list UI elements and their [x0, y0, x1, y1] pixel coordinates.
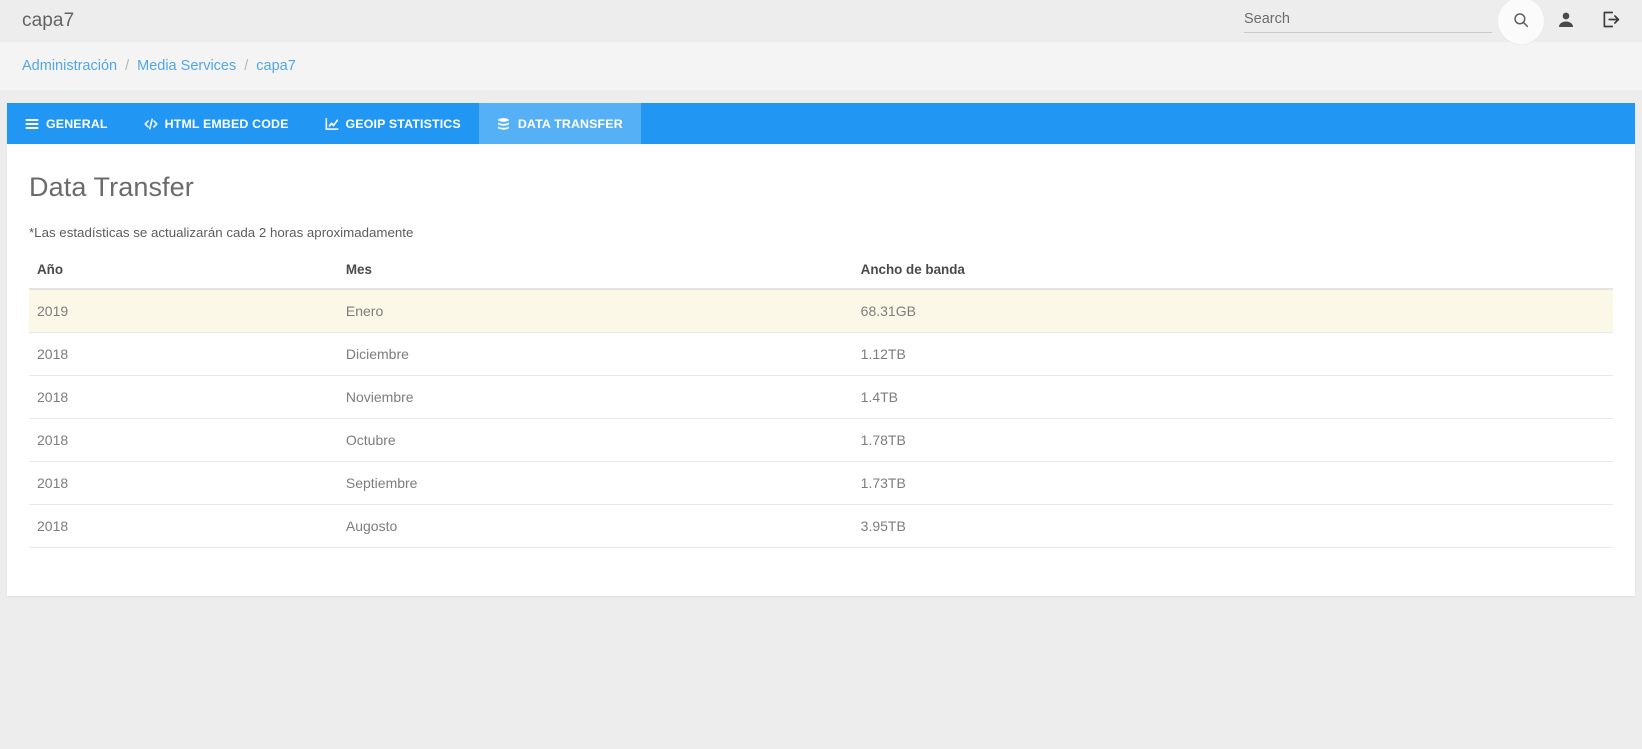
cell-ano: 2018 — [29, 462, 338, 505]
database-icon — [497, 117, 511, 131]
logout-button[interactable] — [1588, 0, 1632, 42]
cell-ano: 2018 — [29, 505, 338, 548]
cell-mes: Diciembre — [338, 333, 853, 376]
tab-bar: GENERAL HTML EMBED CODE GEOIP STATIS — [7, 103, 1635, 144]
cell-ancho-de-banda: 1.78TB — [853, 419, 1613, 462]
search-icon — [1512, 11, 1530, 32]
column-header-ano: Año — [29, 256, 338, 289]
tab-general[interactable]: GENERAL — [7, 103, 126, 144]
tab-data-transfer[interactable]: DATA TRANSFER — [479, 103, 641, 144]
header-actions — [1244, 0, 1642, 42]
cell-ancho-de-banda: 1.12TB — [853, 333, 1613, 376]
tab-html-embed-code[interactable]: HTML EMBED CODE — [126, 103, 307, 144]
statistics-note: *Las estadísticas se actualizarán cada 2… — [29, 225, 1613, 240]
cell-mes: Noviembre — [338, 376, 853, 419]
search-input[interactable] — [1244, 9, 1492, 33]
cell-mes: Enero — [338, 289, 853, 333]
table-row: 2018Octubre1.78TB — [29, 419, 1613, 462]
cell-ancho-de-banda: 1.73TB — [853, 462, 1613, 505]
breadcrumb: Administración / Media Services / capa7 — [0, 42, 1642, 90]
breadcrumb-separator: / — [244, 58, 248, 74]
tab-data-transfer-label: DATA TRANSFER — [518, 117, 623, 131]
app-title: capa7 — [22, 10, 74, 32]
cell-mes: Augosto — [338, 505, 853, 548]
code-icon — [144, 117, 158, 131]
chart-line-icon — [325, 117, 339, 131]
user-account-button[interactable] — [1544, 0, 1588, 42]
cell-mes: Septiembre — [338, 462, 853, 505]
column-header-ancho-de-banda: Ancho de banda — [853, 256, 1613, 289]
layout-spacer — [0, 90, 1642, 103]
cell-ancho-de-banda: 3.95TB — [853, 505, 1613, 548]
tab-geoip-statistics[interactable]: GEOIP STATISTICS — [307, 103, 479, 144]
breadcrumb-separator: / — [125, 58, 129, 74]
cell-ano: 2019 — [29, 289, 338, 333]
tab-geoip-statistics-label: GEOIP STATISTICS — [346, 117, 461, 131]
cell-ano: 2018 — [29, 419, 338, 462]
breadcrumb-item-administracion[interactable]: Administración — [22, 58, 117, 74]
cell-mes: Octubre — [338, 419, 853, 462]
table-row: 2018Augosto3.95TB — [29, 505, 1613, 548]
cell-ancho-de-banda: 68.31GB — [853, 289, 1613, 333]
page-title: Data Transfer — [29, 172, 1613, 203]
logout-icon — [1600, 9, 1621, 33]
table-row: 2018Noviembre1.4TB — [29, 376, 1613, 419]
table-row: 2018Diciembre1.12TB — [29, 333, 1613, 376]
tab-html-embed-code-label: HTML EMBED CODE — [165, 117, 289, 131]
card-body: Data Transfer *Las estadísticas se actua… — [7, 144, 1635, 596]
column-header-mes: Mes — [338, 256, 853, 289]
tab-general-label: GENERAL — [46, 117, 108, 131]
breadcrumb-item-media-services[interactable]: Media Services — [137, 58, 236, 74]
cell-ano: 2018 — [29, 333, 338, 376]
table-body: 2019Enero68.31GB2018Diciembre1.12TB2018N… — [29, 289, 1613, 548]
top-header-bar: capa7 — [0, 0, 1642, 42]
search-button[interactable] — [1498, 0, 1544, 44]
table-head: Año Mes Ancho de banda — [29, 256, 1613, 289]
table-row: 2019Enero68.31GB — [29, 289, 1613, 333]
content-card: GENERAL HTML EMBED CODE GEOIP STATIS — [7, 103, 1635, 596]
cell-ancho-de-banda: 1.4TB — [853, 376, 1613, 419]
data-transfer-table: Año Mes Ancho de banda 2019Enero68.31GB2… — [29, 256, 1613, 548]
table-row: 2018Septiembre1.73TB — [29, 462, 1613, 505]
cell-ano: 2018 — [29, 376, 338, 419]
list-bars-icon — [25, 117, 39, 131]
user-icon — [1556, 10, 1576, 33]
breadcrumb-item-capa7[interactable]: capa7 — [256, 58, 296, 74]
search-field-wrapper — [1244, 9, 1492, 33]
table-header-row: Año Mes Ancho de banda — [29, 256, 1613, 289]
